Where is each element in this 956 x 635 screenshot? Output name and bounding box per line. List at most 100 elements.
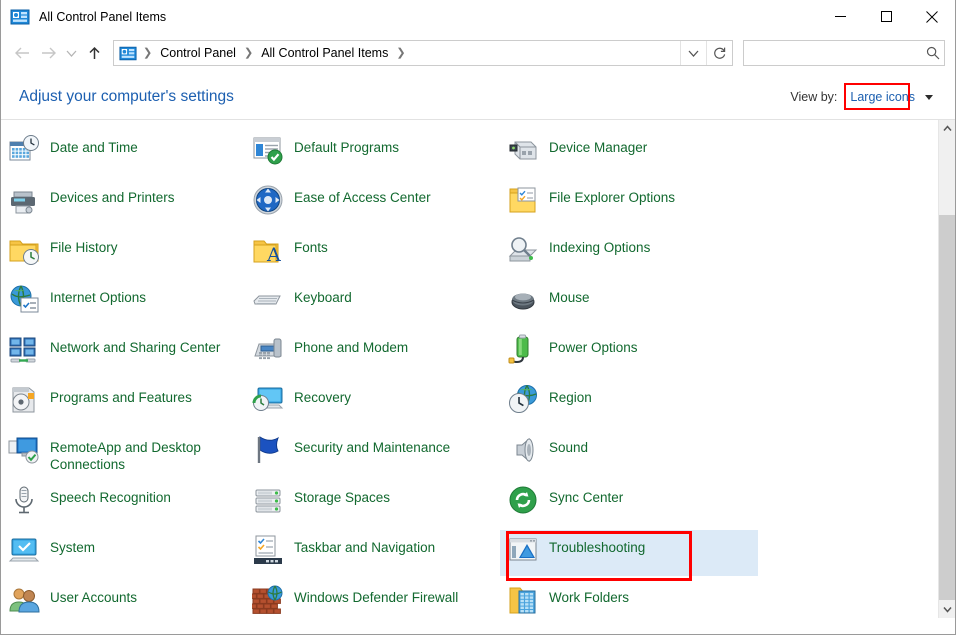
control-panel-item[interactable]: Programs and Features — [1, 380, 245, 426]
control-panel-item[interactable]: Troubleshooting — [500, 530, 758, 581]
control-panel-item-label[interactable]: Recovery — [294, 383, 351, 406]
control-panel-item[interactable]: File History — [1, 230, 245, 276]
scroll-down-button[interactable] — [939, 601, 955, 618]
back-button[interactable] — [9, 40, 35, 66]
sync-center-icon — [506, 483, 540, 517]
programs-and-features-icon — [7, 383, 41, 417]
control-panel-item-label[interactable]: Taskbar and Navigation — [294, 533, 435, 556]
control-panel-item-label[interactable]: Phone and Modem — [294, 333, 408, 356]
control-panel-item[interactable]: Security and Maintenance — [245, 430, 489, 476]
control-panel-item[interactable]: Internet Options — [1, 280, 245, 326]
control-panel-item-label[interactable]: Work Folders — [549, 583, 629, 606]
control-panel-item[interactable]: Network and Sharing Center — [1, 330, 245, 376]
control-panel-item[interactable]: Phone and Modem — [245, 330, 489, 376]
control-panel-icon — [10, 9, 30, 25]
control-panel-item-label[interactable]: Power Options — [549, 333, 638, 356]
control-panel-item-label[interactable]: Security and Maintenance — [294, 433, 450, 456]
view-by-dropdown[interactable]: Large icons — [844, 82, 921, 110]
breadcrumb-item-control-panel[interactable]: Control Panel — [158, 46, 238, 60]
breadcrumb-separator-icon: ❯ — [143, 46, 153, 59]
control-panel-item[interactable]: Sound — [500, 430, 744, 476]
control-panel-item[interactable]: Region — [500, 380, 744, 426]
control-panel-item[interactable]: Default Programs — [245, 130, 489, 176]
control-panel-item[interactable]: Windows Defender Firewall — [245, 580, 489, 618]
search-box[interactable] — [743, 40, 945, 66]
control-panel-item-label[interactable]: Devices and Printers — [50, 183, 175, 206]
remoteapp-and-desktop-connections-icon — [7, 433, 41, 467]
control-panel-item[interactable]: Power Options — [500, 330, 744, 376]
up-button[interactable] — [81, 40, 107, 66]
control-panel-item-label[interactable]: Windows Defender Firewall — [294, 583, 458, 606]
recovery-icon — [251, 383, 285, 417]
search-input[interactable] — [744, 46, 922, 60]
control-panel-item-label[interactable]: Network and Sharing Center — [50, 333, 220, 356]
control-panel-item[interactable]: Ease of Access Center — [245, 180, 489, 226]
control-panel-item-label[interactable]: System — [50, 533, 95, 556]
device-manager-icon — [506, 133, 540, 167]
control-panel-item-label[interactable]: Mouse — [549, 283, 590, 306]
control-panel-item-label[interactable]: Troubleshooting — [549, 533, 645, 556]
control-panel-item[interactable]: Indexing Options — [500, 230, 744, 276]
svg-text:A: A — [266, 244, 281, 266]
address-bar[interactable]: ❯ Control Panel ❯ All Control Panel Item… — [113, 40, 733, 66]
breadcrumb-control-panel-icon — [119, 46, 137, 61]
taskbar-and-navigation-icon — [251, 533, 285, 567]
control-panel-item[interactable]: User Accounts — [1, 580, 245, 618]
scroll-up-button[interactable] — [939, 120, 955, 137]
control-panel-item[interactable]: Sync Center — [500, 480, 744, 526]
control-panel-item[interactable]: Date and Time — [1, 130, 245, 176]
work-folders-icon — [506, 583, 540, 617]
control-panel-item-label[interactable]: File History — [50, 233, 118, 256]
control-panel-item-label[interactable]: Date and Time — [50, 133, 138, 156]
indexing-options-icon — [506, 233, 540, 267]
breadcrumb-separator-icon: ❯ — [243, 46, 254, 59]
scrollbar-thumb[interactable] — [939, 215, 955, 600]
recent-locations-button[interactable] — [61, 40, 81, 66]
breadcrumb-item-all-control-panel-items[interactable]: All Control Panel Items — [259, 46, 390, 60]
control-panel-item-label[interactable]: Ease of Access Center — [294, 183, 431, 206]
control-panel-item[interactable]: RemoteApp and Desktop Connections — [1, 430, 245, 476]
control-panel-item-label[interactable]: Sound — [549, 433, 588, 456]
forward-button[interactable] — [35, 40, 61, 66]
control-panel-item[interactable]: System — [1, 530, 245, 576]
control-panel-item-label[interactable]: RemoteApp and Desktop Connections — [50, 433, 232, 473]
view-by-value[interactable]: Large icons — [850, 90, 915, 104]
items-panel: Date and Time Devices and Printers File Hi… — [1, 119, 955, 618]
keyboard-icon — [251, 283, 285, 317]
control-panel-item-label[interactable]: Device Manager — [549, 133, 647, 156]
view-by-label: View by: — [790, 89, 838, 104]
control-panel-item-label[interactable]: Keyboard — [294, 283, 352, 306]
control-panel-item[interactable]: Recovery — [245, 380, 489, 426]
control-panel-item-label[interactable]: Default Programs — [294, 133, 399, 156]
chevron-down-icon[interactable] — [925, 95, 933, 100]
control-panel-item-label[interactable]: Storage Spaces — [294, 483, 390, 506]
control-panel-item-label[interactable]: User Accounts — [50, 583, 137, 606]
minimize-button[interactable] — [817, 0, 863, 33]
control-panel-item[interactable]: Taskbar and Navigation — [245, 530, 489, 576]
control-panel-item[interactable]: Speech Recognition — [1, 480, 245, 526]
control-panel-item-label[interactable]: Sync Center — [549, 483, 623, 506]
control-panel-item[interactable]: Storage Spaces — [245, 480, 489, 526]
control-panel-item[interactable]: Mouse — [500, 280, 744, 326]
content-header: Adjust your computer's settings View by:… — [1, 73, 955, 119]
close-button[interactable] — [909, 0, 955, 33]
control-panel-item[interactable]: A Fonts — [245, 230, 489, 276]
refresh-button[interactable] — [706, 41, 732, 65]
control-panel-item-label[interactable]: Indexing Options — [549, 233, 650, 256]
control-panel-item-label[interactable]: Speech Recognition — [50, 483, 171, 506]
control-panel-item-label[interactable]: File Explorer Options — [549, 183, 675, 206]
control-panel-item-label[interactable]: Programs and Features — [50, 383, 192, 406]
control-panel-item[interactable]: Work Folders — [500, 580, 744, 618]
control-panel-item[interactable]: Devices and Printers — [1, 180, 245, 226]
address-dropdown-button[interactable] — [680, 41, 706, 65]
storage-spaces-icon — [251, 483, 285, 517]
control-panel-item[interactable]: Device Manager — [500, 130, 744, 176]
control-panel-item-label[interactable]: Fonts — [294, 233, 328, 256]
maximize-button[interactable] — [863, 0, 909, 33]
control-panel-item[interactable]: File Explorer Options — [500, 180, 744, 226]
control-panel-window: All Control Panel Items ❯ Control Panel … — [0, 0, 956, 635]
control-panel-item-label[interactable]: Internet Options — [50, 283, 146, 306]
vertical-scrollbar[interactable] — [938, 120, 955, 618]
control-panel-item-label[interactable]: Region — [549, 383, 592, 406]
control-panel-item[interactable]: Keyboard — [245, 280, 489, 326]
